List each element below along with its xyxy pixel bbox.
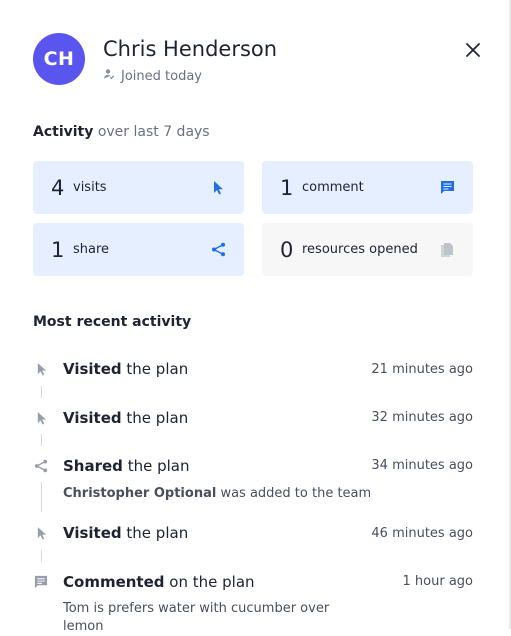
close-button[interactable] — [463, 40, 483, 60]
activity-rest: the plan — [126, 409, 189, 427]
activity-action: Visited — [63, 409, 122, 427]
activity-rest: the plan — [126, 524, 189, 542]
activity-time: 1 hour ago — [402, 574, 473, 589]
timeline-connector — [41, 434, 42, 446]
activity-item-text: Visited the plan — [63, 409, 188, 427]
joined-status: Joined today — [103, 68, 202, 84]
shares-card[interactable]: 1 share — [33, 223, 244, 276]
comment-icon — [33, 574, 49, 590]
activity-rest: the plan — [126, 360, 189, 378]
comments-count: 1 — [280, 175, 294, 200]
cursor-icon — [210, 180, 226, 196]
activity-time: 21 minutes ago — [371, 362, 473, 377]
activity-time: 32 minutes ago — [371, 410, 473, 425]
resources-label: resources opened — [302, 242, 418, 257]
activity-item-text: Visited the plan — [63, 524, 188, 542]
share-icon — [210, 242, 226, 258]
user-check-icon — [103, 68, 115, 84]
activity-action: Commented — [63, 573, 165, 591]
avatar: CH — [33, 33, 85, 85]
timeline-connector — [41, 386, 42, 398]
cursor-icon — [33, 410, 49, 426]
resources-card[interactable]: 0 resources opened — [262, 223, 473, 276]
activity-rest: the plan — [127, 457, 190, 475]
detail-user: Christopher Optional — [63, 486, 217, 501]
activity-detail: Christopher Optional was added to the te… — [63, 486, 371, 501]
comments-label: comment — [302, 180, 364, 195]
activity-item-text: Commented on the plan — [63, 573, 255, 591]
activity-time: 34 minutes ago — [371, 458, 473, 473]
detail-rest: was added to the team — [220, 486, 372, 501]
recent-title-label: Most recent activity — [33, 314, 192, 330]
activity-comment: Tom is prefers water with cucumber over … — [63, 601, 330, 634]
comments-card[interactable]: 1 comment — [262, 161, 473, 214]
activity-item-text: Shared the plan — [63, 457, 189, 475]
recent-title: Most recent activity — [33, 314, 191, 330]
visits-label: visits — [73, 180, 107, 195]
activity-action: Visited — [63, 360, 122, 378]
resources-count: 0 — [280, 237, 294, 262]
cursor-icon — [33, 361, 49, 377]
share-icon — [33, 458, 49, 474]
profile-header: CH Chris Henderson Joined today — [33, 33, 483, 93]
activity-title-rest: over last 7 days — [97, 124, 210, 140]
activity-item-text: Visited the plan — [63, 360, 188, 378]
activity-title: Activity over last 7 days — [33, 124, 210, 140]
shares-label: share — [73, 242, 110, 257]
user-name: Chris Henderson — [103, 37, 278, 61]
comment-icon — [439, 180, 455, 196]
activity-action: Shared — [63, 457, 123, 475]
joined-label: Joined today — [121, 68, 202, 84]
copy-icon — [439, 242, 455, 258]
shares-count: 1 — [51, 237, 65, 262]
activity-title-bold: Activity — [33, 124, 94, 140]
activity-rest: on the plan — [169, 573, 255, 591]
visits-card[interactable]: 4 visits — [33, 161, 244, 214]
timeline-connector — [41, 550, 42, 562]
cursor-icon — [33, 525, 49, 541]
activity-time: 46 minutes ago — [371, 526, 473, 541]
activity-action: Visited — [63, 524, 122, 542]
close-icon[interactable] — [463, 40, 483, 60]
timeline-connector — [41, 482, 42, 512]
visits-count: 4 — [51, 175, 65, 200]
